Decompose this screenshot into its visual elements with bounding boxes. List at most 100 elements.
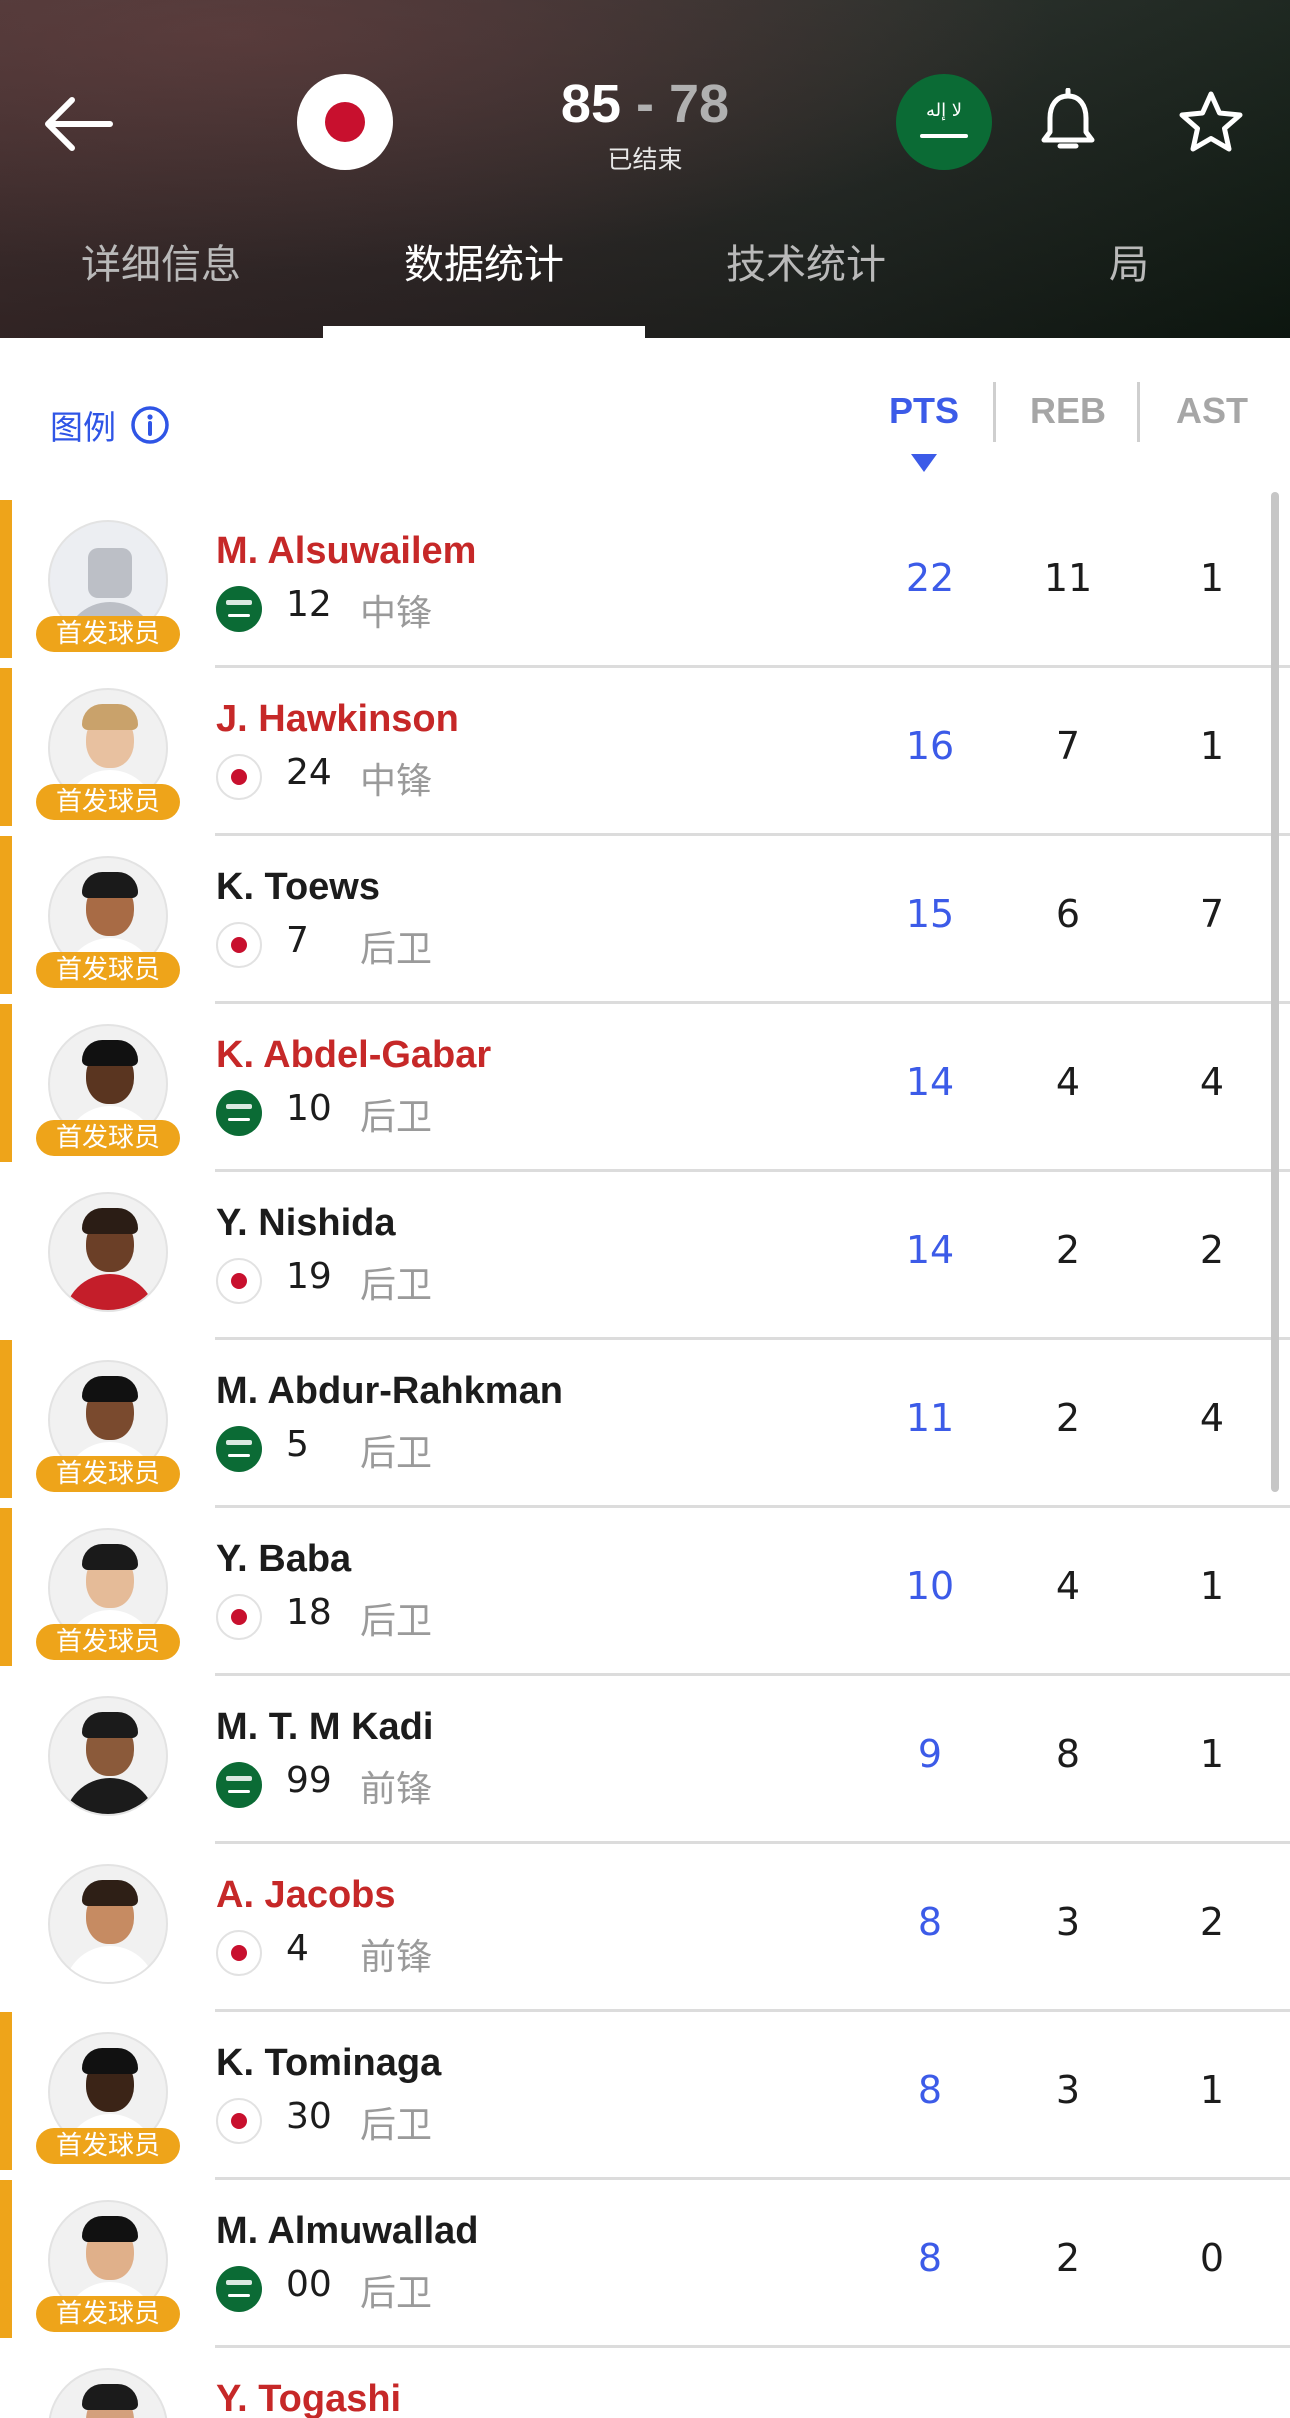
player-name[interactable]: M. Alsuwailem	[216, 530, 476, 573]
avatar-body	[64, 1946, 156, 1982]
player-position: 前锋	[360, 1937, 433, 1978]
player-row[interactable]: 首发球员 M. Almuwallad 00 后卫 8 2 0	[0, 2180, 1290, 2348]
stat-reb: 2	[1055, 1228, 1081, 1272]
column-header-ast[interactable]: AST	[1152, 390, 1272, 432]
jersey-number: 24	[286, 752, 332, 793]
stat-reb: 8	[1055, 1732, 1081, 1776]
avatar-hair	[82, 704, 138, 730]
player-position: 后卫	[360, 1265, 433, 1306]
player-avatar	[48, 1192, 168, 1312]
player-name[interactable]: M. T. M Kadi	[216, 1706, 433, 1749]
stat-pts: 15	[905, 892, 955, 936]
stat-reb: 11	[1043, 556, 1093, 600]
tab-team-stats[interactable]: 技术统计	[645, 230, 967, 338]
player-row[interactable]: 首发球员 K. Tominaga 30 后卫 8 3 1	[0, 2012, 1290, 2180]
starter-badge: 首发球员	[36, 616, 180, 652]
stat-ast: 2	[1199, 1900, 1225, 1944]
match-status: 已结束	[607, 145, 683, 174]
player-avatar	[48, 1864, 168, 1984]
away-score: 78	[669, 74, 730, 134]
player-row[interactable]: 首发球员 Y. Baba 18 后卫 10 4 1	[0, 1508, 1290, 1676]
tab-details[interactable]: 详细信息	[0, 230, 322, 338]
player-row[interactable]: M. T. M Kadi 99 前锋 9 8 1	[0, 1676, 1290, 1844]
stat-reb: 4	[1055, 1564, 1081, 1608]
player-row[interactable]: 首发球员 M. Alsuwailem 12 中锋 22 11 1	[0, 500, 1290, 668]
starter-indicator-bar	[0, 1508, 12, 1666]
away-logo-script: ﻻ إله	[925, 100, 963, 121]
jersey-number: 7	[286, 920, 309, 961]
away-team-logo[interactable]: ﻻ إله	[896, 74, 992, 170]
starter-indicator-bar	[0, 668, 12, 826]
home-team-logo[interactable]	[297, 74, 393, 170]
bell-icon	[1041, 87, 1095, 149]
player-row[interactable]: A. Jacobs 4 前锋 8 3 2	[0, 1844, 1290, 2012]
favorite-button[interactable]	[1176, 88, 1246, 158]
player-row[interactable]: 首发球员 M. Abdur-Rahkman 5 后卫 11 2 4	[0, 1340, 1290, 1508]
stat-ast: 4	[1199, 1060, 1225, 1104]
player-name[interactable]: M. Almuwallad	[216, 2210, 479, 2253]
player-position: 后卫	[360, 1097, 433, 1138]
player-name[interactable]: Y. Nishida	[216, 1202, 396, 1245]
player-row[interactable]: Y. Nishida 19 后卫 14 2 2	[0, 1172, 1290, 1340]
player-name[interactable]: K. Tominaga	[216, 2042, 441, 2085]
avatar-head	[88, 548, 132, 598]
scrollbar[interactable]	[1271, 492, 1279, 1492]
legend-label: 图例	[50, 408, 116, 447]
column-divider	[993, 382, 996, 442]
stat-ast: 1	[1199, 556, 1225, 600]
score-separator: -	[621, 74, 669, 134]
stat-ast: 2	[1199, 1228, 1225, 1272]
match-score: 85 - 78	[495, 74, 795, 134]
saudi-flag-icon	[216, 586, 262, 632]
stat-pts: 10	[905, 1564, 955, 1608]
column-header-reb[interactable]: REB	[1008, 390, 1128, 432]
stat-pts: 8	[917, 2236, 943, 2280]
stat-reb: 3	[1055, 1900, 1081, 1944]
stat-ast: 1	[1199, 1564, 1225, 1608]
player-name[interactable]: K. Toews	[216, 866, 380, 909]
player-name[interactable]: A. Jacobs	[216, 1874, 396, 1917]
jersey-number: 30	[286, 2096, 332, 2137]
saudi-flag-icon	[216, 1090, 262, 1136]
player-position: 后卫	[360, 929, 433, 970]
stat-ast: 1	[1199, 2068, 1225, 2112]
stat-pts: 22	[905, 556, 955, 600]
stat-pts: 16	[905, 724, 955, 768]
player-position: 后卫	[360, 1601, 433, 1642]
player-name[interactable]: J. Hawkinson	[216, 698, 459, 741]
tab-quarters[interactable]: 局	[968, 230, 1290, 338]
avatar-hair	[82, 1544, 138, 1570]
saudi-flag-icon	[216, 1426, 262, 1472]
starter-badge: 首发球员	[36, 1120, 180, 1156]
tab-box-score[interactable]: 数据统计	[323, 230, 645, 338]
stat-ast: 1	[1199, 724, 1225, 768]
player-row[interactable]: 首发球员 K. Abdel-Gabar 10 后卫 14 4 4	[0, 1004, 1290, 1172]
starter-indicator-bar	[0, 1340, 12, 1498]
player-row[interactable]: 首发球员 K. Toews 7 后卫 15 6 7	[0, 836, 1290, 1004]
player-avatar	[48, 1696, 168, 1816]
active-tab-indicator	[323, 326, 645, 338]
legend-button[interactable]: 图例	[50, 402, 170, 448]
player-row[interactable]: Y. Togashi	[0, 2348, 1290, 2418]
player-position: 中锋	[360, 593, 433, 634]
avatar-hair	[82, 1208, 138, 1234]
avatar-hair	[82, 1376, 138, 1402]
starter-badge: 首发球员	[36, 784, 180, 820]
player-name[interactable]: Y. Baba	[216, 1538, 351, 1581]
jersey-number: 4	[286, 1928, 309, 1969]
jersey-number: 5	[286, 1424, 309, 1465]
notification-button[interactable]	[1036, 87, 1100, 158]
player-position: 后卫	[360, 2105, 433, 2146]
starter-indicator-bar	[0, 2012, 12, 2170]
player-name[interactable]: Y. Togashi	[216, 2378, 401, 2418]
player-name[interactable]: K. Abdel-Gabar	[216, 1034, 491, 1077]
player-position: 后卫	[360, 1433, 433, 1474]
column-header-pts[interactable]: PTS	[864, 390, 984, 432]
player-name[interactable]: M. Abdur-Rahkman	[216, 1370, 563, 1413]
back-button[interactable]	[40, 88, 116, 160]
starter-indicator-bar	[0, 500, 12, 658]
avatar-hair	[82, 2384, 138, 2410]
player-row[interactable]: 首发球员 J. Hawkinson 24 中锋 16 7 1	[0, 668, 1290, 836]
starter-indicator-bar	[0, 836, 12, 994]
japan-flag-icon	[216, 1594, 262, 1640]
